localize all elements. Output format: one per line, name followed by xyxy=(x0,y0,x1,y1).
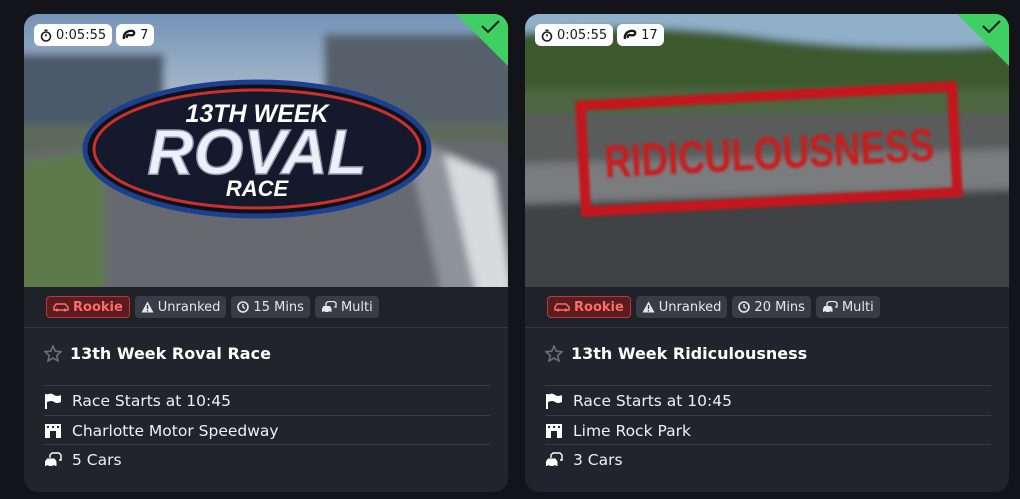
timer-chip: 0:05:55 xyxy=(34,24,113,46)
flag-icon xyxy=(44,393,62,409)
level-tag: Rookie xyxy=(547,296,631,318)
timer-value: 0:05:55 xyxy=(56,27,107,43)
race-hero-image: RIDICULOUSNESS 0:05:55 17 xyxy=(525,14,1009,287)
duration-label: 20 Mins xyxy=(754,299,805,315)
favorite-star-icon[interactable] xyxy=(545,345,563,362)
track-row: Lime Rock Park xyxy=(545,415,991,445)
ranking-tag: Unranked xyxy=(635,296,728,318)
ranking-label: Unranked xyxy=(157,299,221,315)
car-icon xyxy=(53,302,69,312)
race-start-row: Race Starts at 10:45 xyxy=(545,385,991,415)
cars-icon xyxy=(545,451,563,468)
duration-tag: 15 Mins xyxy=(231,296,310,318)
laps-value: 17 xyxy=(641,27,658,43)
multi-car-icon xyxy=(822,300,838,314)
mode-label: Multi xyxy=(841,299,874,315)
track-name: Charlotte Motor Speedway xyxy=(72,421,279,440)
ranking-label: Unranked xyxy=(658,299,722,315)
favorite-star-icon[interactable] xyxy=(44,345,62,362)
mode-tag: Multi xyxy=(314,296,379,318)
level-label: Rookie xyxy=(574,299,624,315)
race-start-row: Race Starts at 10:45 xyxy=(44,385,490,415)
race-title[interactable]: 13th Week Roval Race xyxy=(70,344,271,363)
race-card[interactable]: 13TH WEEK ROVAL RACE 0:05:55 7 Rookie Un… xyxy=(24,14,508,492)
mode-tag: Multi xyxy=(815,296,880,318)
clock-icon xyxy=(738,301,751,313)
race-tags: Rookie Unranked 15 Mins Multi xyxy=(24,287,508,328)
track-icon xyxy=(623,29,637,41)
flag-icon xyxy=(545,393,563,409)
track-row: Charlotte Motor Speedway xyxy=(44,415,490,445)
laps-chip: 17 xyxy=(617,24,664,46)
timer-value: 0:05:55 xyxy=(557,27,608,43)
cars-count: 5 Cars xyxy=(72,450,122,469)
mode-label: Multi xyxy=(340,299,373,315)
cars-row: 5 Cars xyxy=(44,444,490,474)
duration-label: 15 Mins xyxy=(253,299,304,315)
cars-row: 3 Cars xyxy=(545,444,991,474)
timer-chip: 0:05:55 xyxy=(535,24,614,46)
race-tags: Rookie Unranked 20 Mins Multi xyxy=(525,287,1009,328)
laps-chip: 7 xyxy=(116,24,155,46)
race-hero-image: 13TH WEEK ROVAL RACE 0:05:55 7 xyxy=(24,14,508,287)
cars-count: 3 Cars xyxy=(573,450,623,469)
duration-tag: 20 Mins xyxy=(732,296,811,318)
track-icon xyxy=(122,29,136,41)
track-name: Lime Rock Park xyxy=(573,421,691,440)
level-label: Rookie xyxy=(73,299,123,315)
completed-check-icon xyxy=(456,14,508,66)
cars-icon xyxy=(44,451,62,468)
race-start-text: Race Starts at 10:45 xyxy=(72,391,231,410)
ranking-tag: Unranked xyxy=(134,296,227,318)
warning-icon xyxy=(141,301,154,313)
race-start-text: Race Starts at 10:45 xyxy=(573,391,732,410)
laps-value: 7 xyxy=(140,27,149,43)
stopwatch-icon xyxy=(40,29,52,42)
stadium-icon xyxy=(545,423,563,439)
car-icon xyxy=(554,302,570,312)
stopwatch-icon xyxy=(541,29,553,42)
multi-car-icon xyxy=(321,300,337,314)
race-card[interactable]: RIDICULOUSNESS 0:05:55 17 Rookie Unranke… xyxy=(525,14,1009,492)
logo-line3: RACE xyxy=(226,176,290,201)
completed-check-icon xyxy=(957,14,1009,66)
race-title[interactable]: 13th Week Ridiculousness xyxy=(571,344,807,363)
warning-icon xyxy=(642,301,655,313)
clock-icon xyxy=(237,301,250,313)
level-tag: Rookie xyxy=(46,296,130,318)
stadium-icon xyxy=(44,423,62,439)
